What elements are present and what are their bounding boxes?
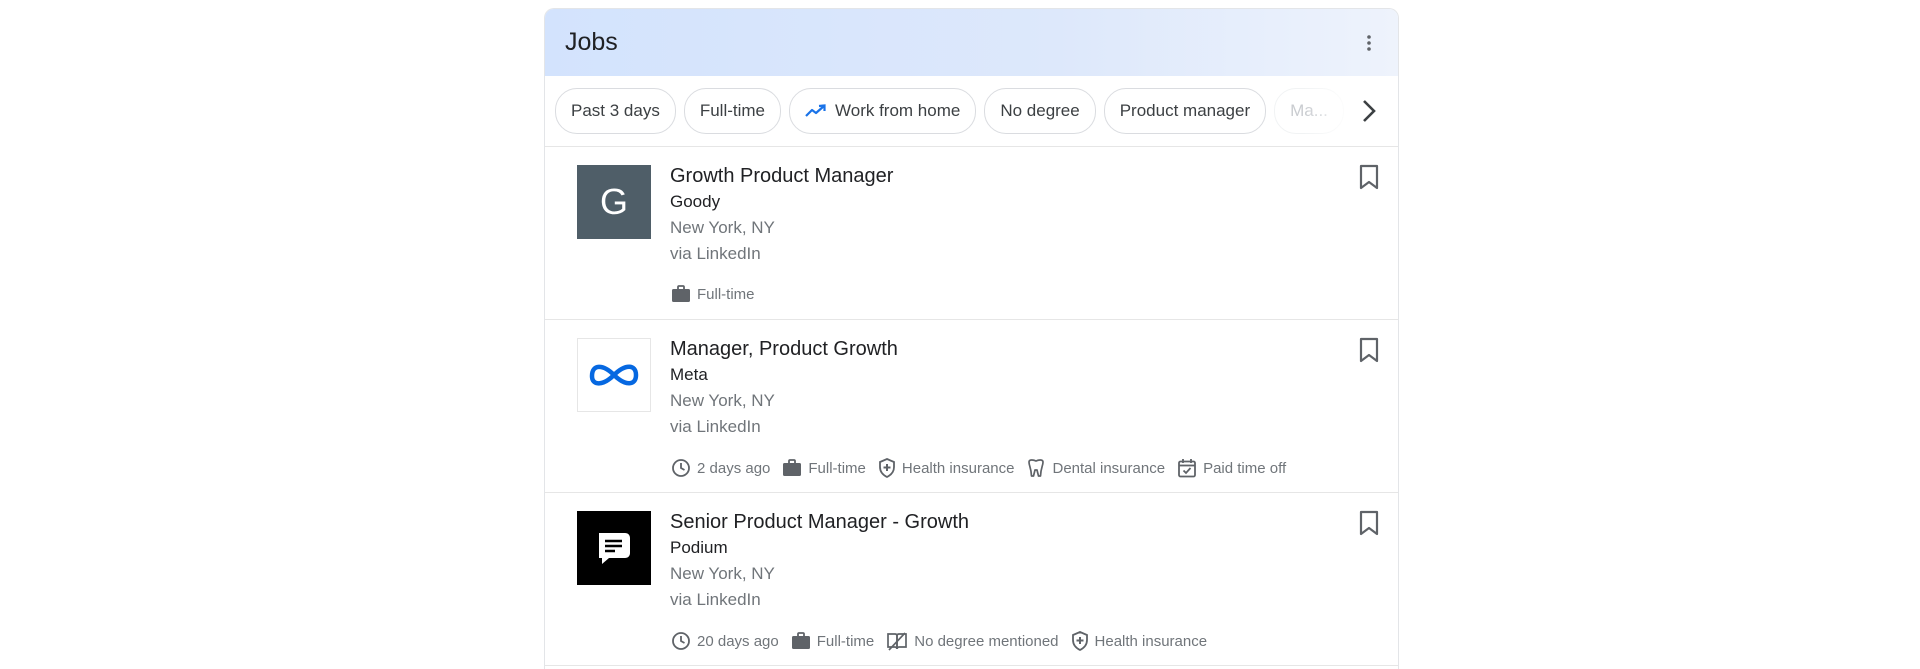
chip-label: Past 3 days — [571, 101, 660, 120]
tag-label: Dental insurance — [1052, 459, 1166, 477]
chip-label: Full-time — [699, 101, 765, 120]
tooth-icon — [1026, 458, 1046, 478]
tag-label: 20 days ago — [697, 632, 779, 650]
tag-health-insurance: Health insurance — [1071, 631, 1208, 651]
logo-letter: G — [599, 181, 628, 222]
tag-label: Full-time — [697, 285, 755, 303]
chat-bubble-icon — [593, 527, 635, 569]
job-source: via LinkedIn — [670, 590, 761, 609]
job-listing[interactable]: Manager, Product Growth Meta New York, N… — [545, 320, 1398, 493]
chevron-right-icon[interactable] — [1352, 94, 1386, 128]
bookmark-icon[interactable] — [1354, 335, 1384, 365]
jobs-header: Jobs — [545, 9, 1398, 76]
bookmark-icon[interactable] — [1354, 162, 1384, 192]
company-logo-meta — [577, 338, 651, 412]
job-listing[interactable]: Senior Product Manager - Growth Podium N… — [545, 493, 1398, 666]
job-tags: 20 days ago Full-time No degree mentione… — [671, 631, 1207, 651]
tag-label: Full-time — [808, 459, 866, 477]
job-info: Manager, Product Growth Meta New York, N… — [670, 336, 898, 440]
filter-chip-no-degree[interactable]: No degree — [984, 88, 1096, 134]
tag-paid-time-off: Paid time off — [1177, 458, 1286, 478]
tag-health-insurance: Health insurance — [878, 458, 1015, 478]
trending-up-icon — [805, 104, 827, 118]
chip-label: Product manager — [1119, 101, 1251, 120]
briefcase-icon — [791, 632, 811, 650]
more-options-icon[interactable] — [1356, 30, 1382, 56]
tag-label: Full-time — [816, 632, 875, 650]
filter-chip-full-time[interactable]: Full-time — [683, 88, 781, 134]
filter-chip-past-3-days[interactable]: Past 3 days — [555, 88, 676, 134]
tag-label: Health insurance — [1094, 632, 1208, 650]
jobs-panel: Jobs Past 3 days Full-time Work from hom… — [544, 8, 1399, 669]
filter-chips-bar: Past 3 days Full-time Work from home No … — [545, 76, 1398, 147]
tag-dental-insurance: Dental insurance — [1026, 458, 1165, 478]
job-info: Senior Product Manager - Growth Podium N… — [670, 509, 969, 613]
shield-icon — [878, 458, 896, 478]
chip-label: Work from home — [835, 101, 961, 120]
job-tags: Full-time — [671, 285, 755, 303]
tag-label: Paid time off — [1203, 459, 1287, 477]
job-location: New York, NY — [670, 218, 775, 237]
job-location: New York, NY — [670, 564, 775, 583]
company-logo-goody: G — [577, 165, 651, 239]
tag-employment-type: Full-time — [782, 459, 866, 477]
company-name: Podium — [670, 538, 728, 557]
filter-chip-work-from-home[interactable]: Work from home — [789, 88, 977, 134]
shield-icon — [1071, 631, 1089, 651]
company-name: Goody — [670, 192, 721, 211]
job-info: Growth Product Manager Goody New York, N… — [670, 163, 893, 267]
tag-label: 2 days ago — [697, 459, 771, 477]
briefcase-icon — [782, 459, 802, 477]
company-name: Meta — [670, 365, 708, 384]
job-title[interactable]: Senior Product Manager - Growth — [670, 509, 969, 535]
degree-icon — [886, 631, 908, 651]
job-title[interactable]: Growth Product Manager — [670, 163, 893, 189]
job-source: via LinkedIn — [670, 244, 761, 263]
tag-education: No degree mentioned — [886, 631, 1059, 651]
job-tags: 2 days ago Full-time Health insurance De… — [671, 458, 1286, 478]
tag-posted: 20 days ago — [671, 631, 779, 651]
tag-label: No degree mentioned — [914, 632, 1059, 650]
tag-posted: 2 days ago — [671, 458, 770, 478]
briefcase-icon — [671, 285, 691, 303]
job-listing[interactable]: G Growth Product Manager Goody New York,… — [545, 147, 1398, 320]
clock-icon — [671, 631, 691, 651]
panel-title: Jobs — [565, 28, 618, 56]
job-title[interactable]: Manager, Product Growth — [670, 336, 898, 362]
chip-label: No degree — [1000, 101, 1080, 120]
tag-label: Health insurance — [901, 459, 1015, 477]
bookmark-icon[interactable] — [1354, 508, 1384, 538]
tag-employment-type: Full-time — [791, 632, 875, 650]
meta-logo-icon — [587, 360, 641, 390]
tag-employment-type: Full-time — [671, 285, 755, 303]
job-source: via LinkedIn — [670, 417, 761, 436]
filter-chip-product-manager[interactable]: Product manager — [1103, 88, 1267, 134]
clock-icon — [671, 458, 691, 478]
job-location: New York, NY — [670, 391, 775, 410]
company-logo-podium — [577, 511, 651, 585]
calendar-check-icon — [1177, 458, 1197, 478]
